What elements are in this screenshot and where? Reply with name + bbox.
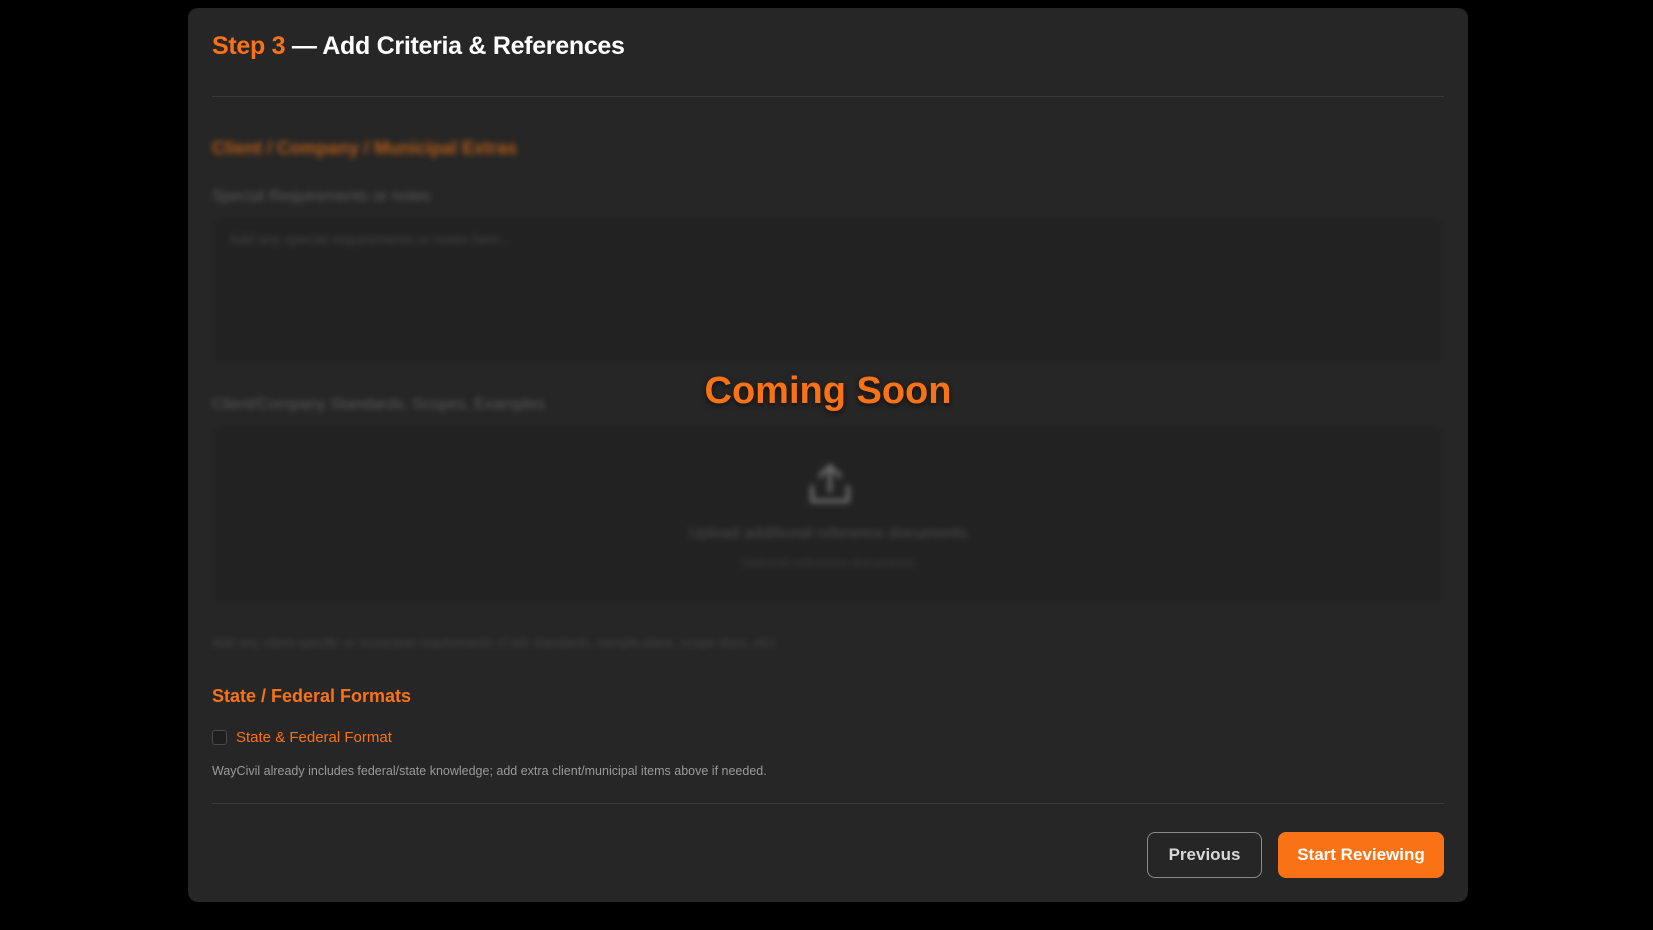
client-extras-hint: Add any client specific or municipal req…: [212, 635, 776, 650]
upload-icon: [810, 464, 850, 503]
special-requirements-textarea[interactable]: Add any special requirements or notes he…: [212, 216, 1444, 364]
special-requirements-label: Special Requirements or notes: [212, 188, 431, 205]
federal-formats-heading: State / Federal Formats: [212, 686, 412, 706]
state-federal-checkbox[interactable]: [212, 730, 227, 745]
start-reviewing-button[interactable]: Start Reviewing: [1278, 832, 1444, 878]
upload-dropzone[interactable]: Upload additional reference documents Op…: [212, 424, 1444, 604]
wizard-card: Step 3 — Add Criteria & References Clien…: [188, 8, 1468, 902]
step-number: Step 3: [212, 32, 286, 60]
state-federal-checkbox-label[interactable]: State & Federal Format: [236, 729, 392, 746]
step-title: Step 3 — Add Criteria & References: [212, 32, 625, 61]
special-requirements-placeholder: Add any special requirements or notes he…: [229, 231, 512, 247]
coming-soon-overlay: Coming Soon: [704, 370, 952, 412]
upload-title: Upload additional reference documents: [688, 525, 968, 542]
step-title-text: — Add Criteria & References: [285, 32, 625, 60]
bottom-divider: [212, 803, 1444, 804]
state-federal-checkbox-row[interactable]: State & Federal Format: [212, 729, 392, 746]
upload-subtitle: Optional reference documents: [740, 555, 916, 570]
top-divider: [212, 96, 1444, 97]
client-extras-heading: Client / Company / Municipal Extras: [212, 138, 518, 158]
federal-formats-hint: WayCivil already includes federal/state …: [212, 764, 767, 778]
previous-button[interactable]: Previous: [1147, 832, 1262, 878]
